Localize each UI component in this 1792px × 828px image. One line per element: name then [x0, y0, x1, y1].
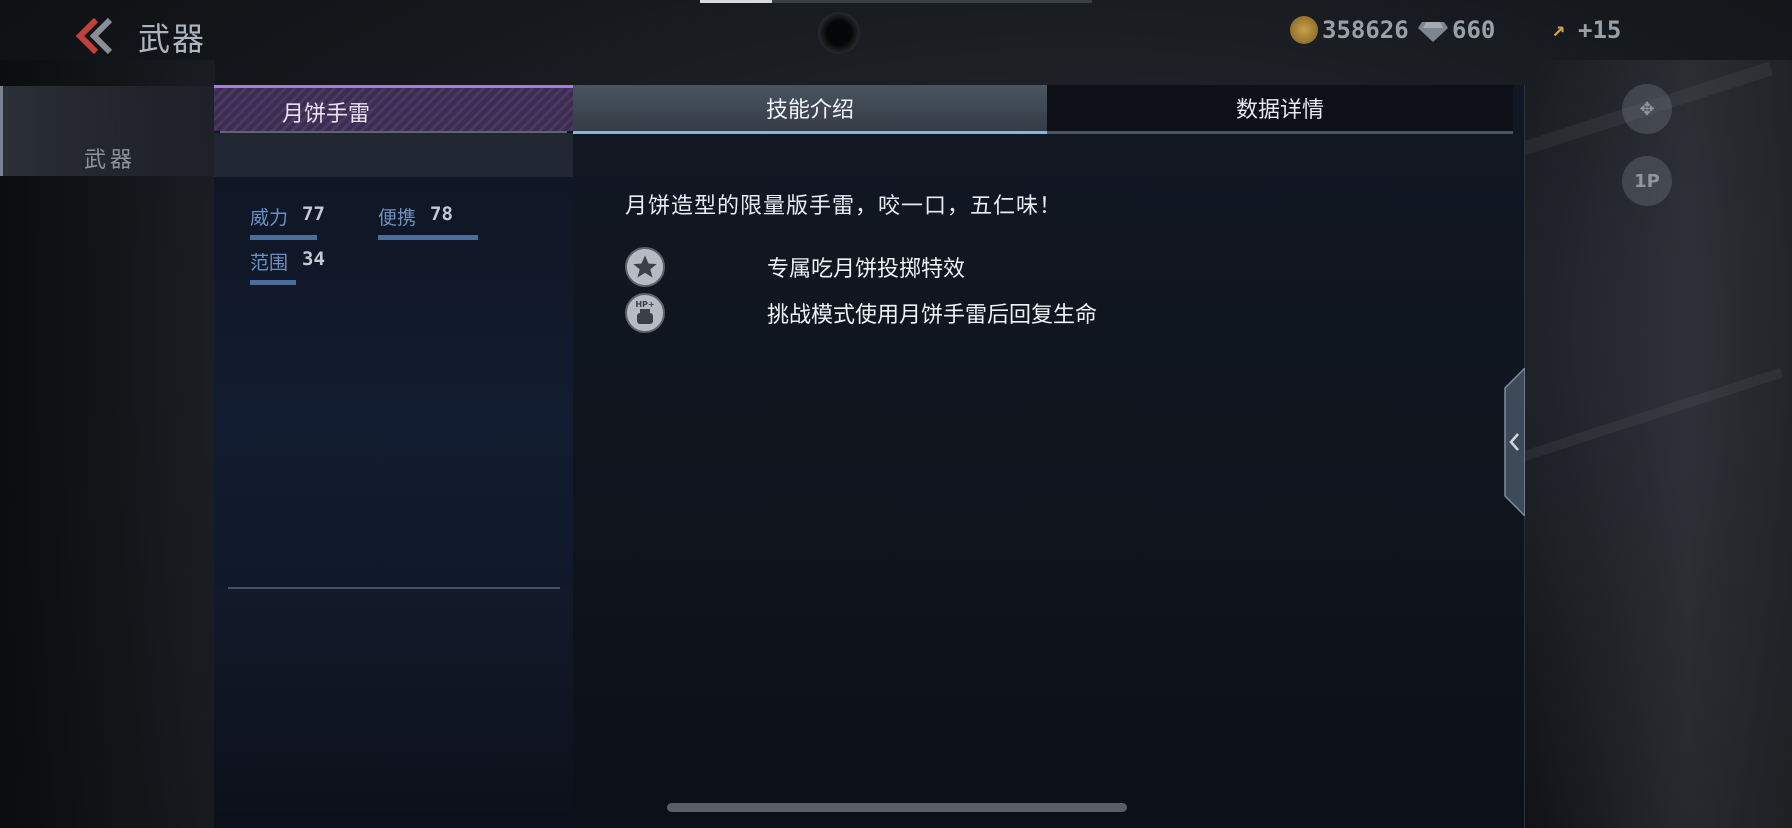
- coin-icon: [1290, 16, 1318, 44]
- tab-skills[interactable]: 技能介绍: [573, 85, 1047, 134]
- detail-column: 技能介绍 数据详情 月饼造型的限量版手雷，咬一口，五仁味！ 专属吃月饼投掷特效 …: [573, 85, 1526, 828]
- weapon-name-subbar: [214, 133, 573, 177]
- gamepad-icon: ✥: [1639, 98, 1655, 120]
- page-indicator: [700, 0, 1092, 3]
- weapon-info-column: 月饼手雷 威力 77 便携 78 范围 34: [214, 85, 573, 828]
- skill-text: 专属吃月饼投掷特效: [767, 257, 966, 282]
- hp-potion-icon: HP+: [625, 293, 665, 333]
- hp-icon-label: HP+: [635, 300, 654, 309]
- skill-item: HP+ 挑战模式使用月饼手雷后回复生命: [625, 293, 1097, 333]
- stat-value: 77: [302, 203, 325, 225]
- weapon-description: 月饼造型的限量版手雷，咬一口，五仁味！: [625, 194, 1063, 219]
- stat-label: 范围: [250, 252, 289, 274]
- horizontal-scrollbar[interactable]: [667, 803, 1127, 812]
- gem-amount: 660: [1452, 16, 1496, 44]
- coin-counter: 358626: [1290, 16, 1409, 44]
- weapon-name: 月饼手雷: [282, 102, 371, 127]
- page-title: 武器: [138, 20, 207, 58]
- back-button[interactable]: [70, 14, 118, 58]
- stat-power: 威力 77: [250, 203, 325, 240]
- gem-counter: 660: [1418, 16, 1495, 44]
- sidebar-item-label: 武器: [84, 148, 137, 173]
- level-amount: +15: [1578, 16, 1622, 44]
- stat-portability: 便携 78: [378, 203, 478, 240]
- stat-bar: [250, 235, 317, 240]
- stat-range: 范围 34: [250, 248, 325, 285]
- weapon-detail-panel: 月饼手雷 威力 77 便携 78 范围 34 技能介绍 数据详情 月饼造型的限量…: [214, 85, 1526, 828]
- stat-value: 78: [430, 203, 453, 225]
- coin-amount: 358626: [1322, 16, 1409, 44]
- star-icon: [625, 247, 665, 287]
- view-toggle-label: 1P: [1634, 170, 1660, 192]
- level-counter: ↗ +15: [1552, 16, 1621, 44]
- double-chevron-left-icon: [75, 17, 113, 55]
- chevron-left-icon: [1504, 366, 1526, 518]
- stat-label: 威力: [250, 207, 289, 229]
- diamond-icon: [1418, 22, 1448, 42]
- upgrade-icon: ↗: [1552, 17, 1566, 42]
- weapon-name-header: 月饼手雷: [214, 85, 573, 131]
- view-toggle-button[interactable]: 1P: [1622, 156, 1672, 206]
- weapon-info-footer: [214, 589, 573, 828]
- stat-label: 便携: [378, 207, 417, 229]
- page-indicator-active: [700, 0, 772, 3]
- tab-data-details[interactable]: 数据详情: [1047, 85, 1513, 134]
- gamepad-button[interactable]: ✥: [1622, 84, 1672, 134]
- top-bar: 武器 358626 660 ↗ +15: [0, 0, 1792, 70]
- stat-bar: [250, 280, 296, 285]
- skill-text: 挑战模式使用月饼手雷后回复生命: [767, 303, 1098, 328]
- skill-item: 专属吃月饼投掷特效: [625, 247, 965, 287]
- stat-value: 34: [302, 248, 325, 270]
- collapse-panel-handle[interactable]: [1501, 366, 1526, 518]
- stat-bar: [378, 235, 478, 240]
- camera-notch: [818, 12, 860, 54]
